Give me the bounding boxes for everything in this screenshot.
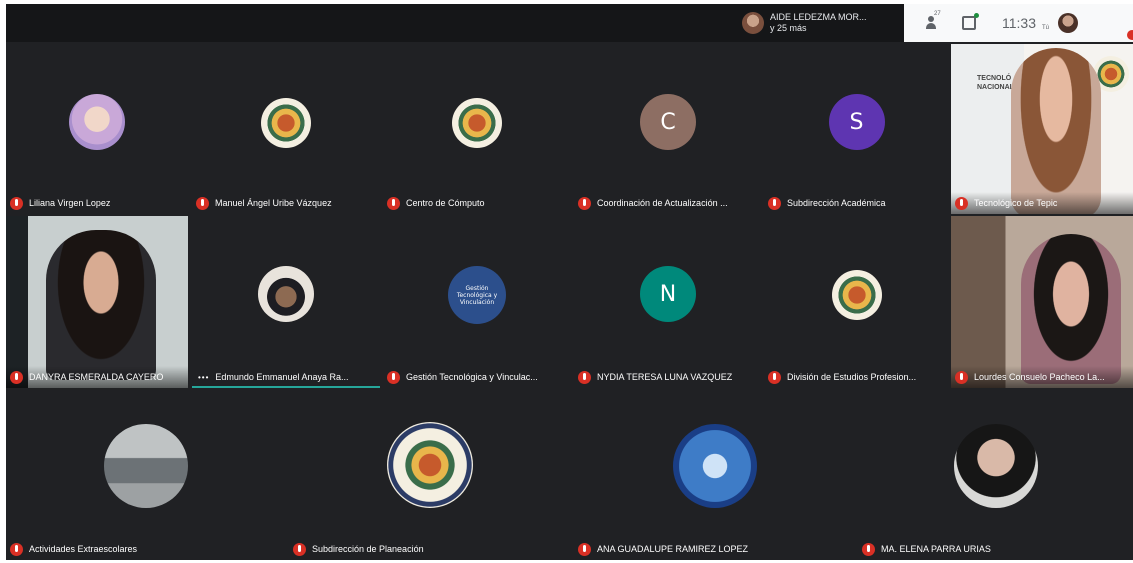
speaking-indicator: ••• — [198, 372, 210, 382]
participant-tile-centro-computo[interactable]: Centro de Cómputo — [383, 44, 571, 214]
participant-name: Subdirección de Planeación — [312, 544, 424, 554]
mic-off-icon — [955, 196, 968, 210]
participant-tile-nydia[interactable]: N NYDIA TERESA LUNA VAZQUEZ — [574, 216, 762, 388]
participant-name: División de Estudios Profesion... — [787, 372, 917, 382]
participant-person — [1011, 48, 1101, 214]
initial-avatar: N — [640, 266, 696, 322]
meeting-grid: AIDE LEDEZMA MOR... y 25 más 27 11:33 Tú… — [6, 4, 1133, 560]
participant-name: MA. ELENA PARRA URIAS — [881, 544, 991, 554]
mic-off-icon — [10, 370, 23, 384]
mic-off-icon — [862, 542, 875, 556]
participant-name: Lourdes Consuelo Pacheco La... — [974, 372, 1105, 382]
presenter-chip[interactable]: AIDE LEDEZMA MOR... y 25 más — [742, 7, 867, 39]
people-count: 27 — [934, 11, 941, 17]
participant-avatar — [673, 424, 757, 508]
participant-video — [6, 216, 188, 388]
chat-icon[interactable] — [962, 13, 979, 30]
mic-off-icon — [10, 542, 23, 556]
participant-name: Tecnológico de Tepic — [974, 198, 1058, 208]
participant-tile-lourdes[interactable]: Lourdes Consuelo Pacheco La... — [951, 216, 1133, 388]
mic-off-icon — [387, 370, 400, 384]
self-avatar[interactable]: Tú — [1042, 13, 1078, 33]
presenter-name: AIDE LEDEZMA MOR... — [770, 12, 867, 22]
top-bar: AIDE LEDEZMA MOR... y 25 más 27 11:33 Tú — [6, 4, 1133, 42]
participant-tile-actividades[interactable]: Actividades Extraescolares — [6, 392, 286, 560]
participant-name: Edmundo Emmanuel Anaya Ra... — [215, 372, 349, 382]
participant-tile-edmundo[interactable]: ••• Edmundo Emmanuel Anaya Ra... — [192, 216, 380, 388]
participant-name: Coordinación de Actualización ... — [597, 198, 728, 208]
mic-off-icon — [196, 196, 209, 210]
presenter-more: y 25 más — [770, 23, 807, 33]
mic-off-icon — [955, 370, 968, 384]
participant-name: Liliana Virgen Lopez — [29, 198, 111, 208]
participant-video — [951, 216, 1133, 388]
gestion-avatar: Gestión Tecnológica y Vinculación — [448, 266, 506, 324]
meeting-toolbar: 27 11:33 Tú — [904, 4, 1133, 42]
participant-tile-manuel[interactable]: Manuel Ángel Uribe Vázquez — [192, 44, 380, 214]
institution-logo-avatar — [387, 422, 473, 508]
participant-tile-division[interactable]: División de Estudios Profesion... — [764, 216, 949, 388]
participant-tile-subdireccion-academica[interactable]: S Subdirección Académica — [764, 44, 949, 214]
participant-avatar — [258, 266, 314, 322]
mic-off-icon — [578, 370, 591, 384]
mic-off-icon — [578, 196, 591, 210]
institution-logo-avatar — [831, 270, 882, 320]
participant-tile-liliana[interactable]: Liliana Virgen Lopez — [6, 44, 188, 214]
mic-off-icon — [578, 542, 591, 556]
participant-name: Actividades Extraescolares — [29, 544, 138, 554]
participant-tile-coordinacion[interactable]: C Coordinación de Actualización ... — [574, 44, 762, 214]
participant-person — [46, 230, 156, 380]
participant-avatar — [69, 94, 125, 150]
mic-off-icon — [10, 196, 23, 210]
initial-avatar: C — [640, 94, 696, 150]
participant-tile-gestion[interactable]: Gestión Tecnológica y Vinculación Gestió… — [383, 216, 571, 388]
participant-tile-danyra[interactable]: DANYRA ESMERALDA CAYERO — [6, 216, 188, 388]
mic-off-icon — [293, 542, 306, 556]
participant-avatar — [104, 424, 188, 508]
participant-tile-planeacion[interactable]: Subdirección de Planeación — [289, 392, 571, 560]
self-label: Tú — [1042, 25, 1050, 31]
participant-name: NYDIA TERESA LUNA VAZQUEZ — [597, 372, 733, 382]
participant-video: TECNOLÓ NACIONAL DE — [951, 44, 1133, 214]
presenter-avatar — [742, 12, 764, 34]
self-mic-muted-icon — [1127, 30, 1133, 40]
mic-off-icon — [768, 196, 781, 210]
chat-notification-dot — [974, 13, 979, 18]
participant-name: Centro de Cómputo — [406, 198, 485, 208]
participant-tile-elena[interactable]: MA. ELENA PARRA URIAS — [858, 392, 1133, 560]
clock: 11:33 — [1002, 15, 1036, 31]
participant-person — [1021, 234, 1121, 384]
participant-name: ANA GUADALUPE RAMIREZ LOPEZ — [597, 544, 749, 554]
initial-avatar: S — [828, 94, 885, 150]
mic-off-icon — [768, 370, 781, 384]
institution-logo-avatar — [261, 98, 311, 148]
participant-tile-tecnologico[interactable]: TECNOLÓ NACIONAL DE Tecnológico de Tepic — [951, 44, 1133, 214]
participant-name: Subdirección Académica — [787, 198, 886, 208]
participant-avatar — [953, 424, 1038, 508]
participant-name: Manuel Ángel Uribe Vázquez — [215, 198, 332, 208]
people-icon[interactable]: 27 — [926, 11, 942, 31]
participant-name: DANYRA ESMERALDA CAYERO — [29, 372, 164, 382]
mic-off-icon — [387, 196, 400, 210]
participant-name: Gestión Tecnológica y Vinculac... — [406, 372, 538, 382]
active-speaker-bar — [192, 386, 380, 388]
institution-logo-avatar — [452, 98, 502, 148]
participant-tile-ana[interactable]: ANA GUADALUPE RAMIREZ LOPEZ — [574, 392, 856, 560]
